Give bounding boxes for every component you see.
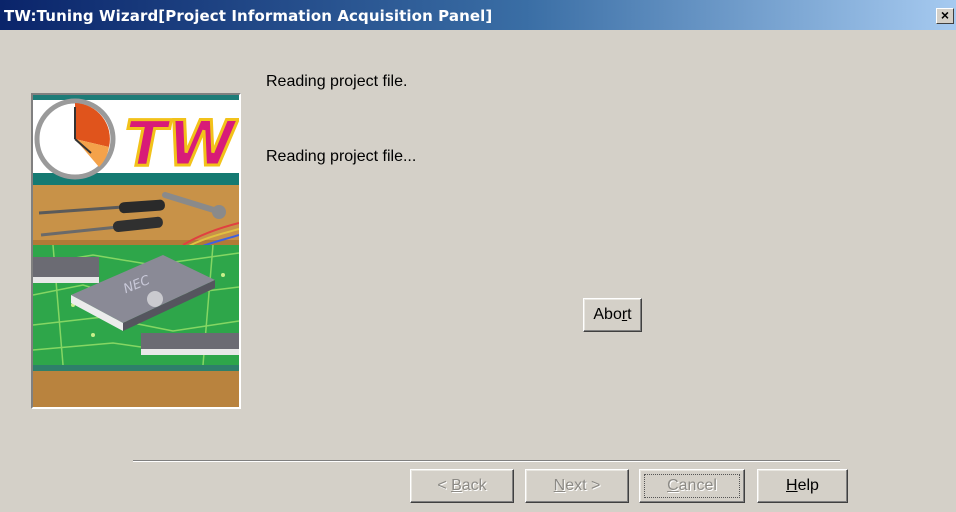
status-detail: Reading project file... xyxy=(266,148,417,165)
help-button[interactable]: Help xyxy=(757,469,848,503)
back-label: < Back xyxy=(437,477,487,494)
back-button[interactable]: < Back xyxy=(410,469,514,503)
cancel-button[interactable]: Cancel xyxy=(639,469,745,503)
close-button[interactable]: × xyxy=(936,8,954,24)
window-title: TW:Tuning Wizard[Project Information Acq… xyxy=(4,7,493,25)
abort-label: Abort xyxy=(593,306,632,323)
tuning-wizard-dialog: TW:Tuning Wizard[Project Information Acq… xyxy=(0,0,956,512)
close-icon: × xyxy=(940,7,950,23)
next-label: Next > xyxy=(553,477,601,494)
next-button[interactable]: Next > xyxy=(525,469,629,503)
wizard-illustration: TW NEC xyxy=(31,93,241,409)
focus-rectangle xyxy=(644,474,740,498)
separator-line xyxy=(133,460,840,462)
clock-icon xyxy=(34,98,116,180)
status-heading: Reading project file. xyxy=(266,73,408,90)
title-bar[interactable]: TW:Tuning Wizard[Project Information Acq… xyxy=(0,0,956,30)
help-label: Help xyxy=(786,477,819,494)
tw-logo: TW xyxy=(125,107,238,180)
abort-button[interactable]: Abort xyxy=(583,298,642,332)
